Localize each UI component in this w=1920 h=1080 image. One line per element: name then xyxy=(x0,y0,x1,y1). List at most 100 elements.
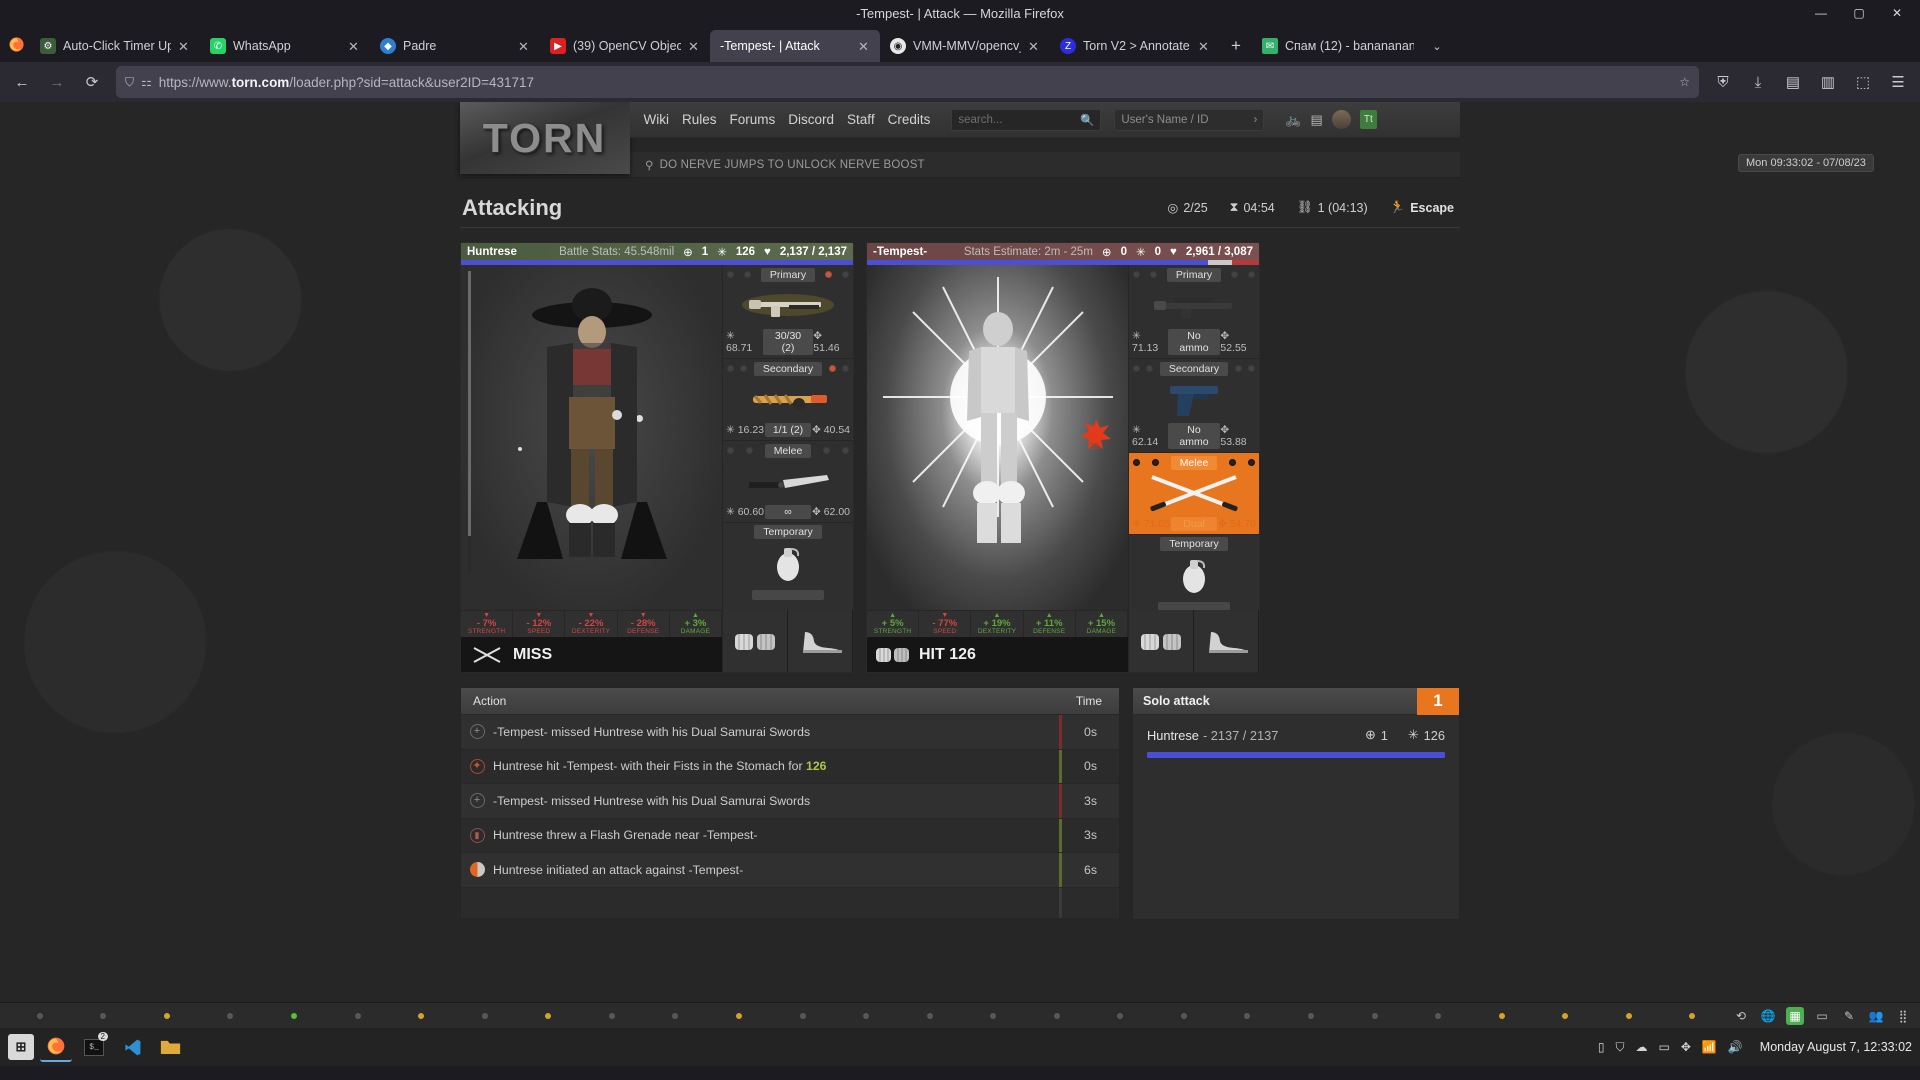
tab-torn-v2-annotate[interactable]: Z Torn V2 > Annotate ✕ xyxy=(1050,30,1220,62)
weapon-slot-secondary-right[interactable]: Secondary ✳ 62.14 No ammo ✥ 53.88 xyxy=(1129,359,1259,453)
workspace-dot[interactable] xyxy=(389,1012,453,1019)
workspace-dot[interactable] xyxy=(326,1012,390,1019)
network-icon[interactable]: 📶 xyxy=(1702,1040,1717,1054)
nav-rules[interactable]: Rules xyxy=(682,112,717,127)
torn-logo[interactable]: TORN xyxy=(459,102,630,174)
workspace-dot[interactable] xyxy=(580,1012,644,1019)
users-icon[interactable]: 👥 xyxy=(1867,1007,1885,1025)
reload-button[interactable]: ⟳ xyxy=(76,66,108,98)
volume-icon[interactable]: 🔊 xyxy=(1728,1040,1743,1054)
taskbar-firefox[interactable] xyxy=(40,1032,72,1062)
weapon-slot-primary-left[interactable]: Primary ✳ 68.71 30/30 (2) ✥ 51.46 xyxy=(723,265,853,359)
forward-button[interactable]: → xyxy=(41,66,73,98)
maximize-button[interactable]: ▢ xyxy=(1840,0,1878,26)
workspace-dot[interactable] xyxy=(453,1012,517,1019)
tab-close-icon[interactable]: ✕ xyxy=(178,40,192,53)
grid-icon[interactable]: ⣿ xyxy=(1894,1007,1912,1025)
torn-search-input[interactable]: search... 🔍 xyxy=(951,108,1102,131)
tab-padre[interactable]: ◆ Padre ✕ xyxy=(370,30,540,62)
workspace-dot[interactable] xyxy=(1661,1012,1725,1019)
library-icon[interactable]: ▥ xyxy=(1812,66,1844,98)
workspace-dot[interactable] xyxy=(644,1012,708,1019)
nav-credits[interactable]: Credits xyxy=(888,112,931,127)
chevron-right-icon[interactable]: › xyxy=(1254,114,1258,126)
taskbar-file-manager[interactable] xyxy=(154,1032,186,1062)
weapon-slot-melee-left[interactable]: Melee ✳ 60.60 ∞ ✥ 62.00 xyxy=(723,441,853,523)
user-lookup-input[interactable]: User's Name / ID › xyxy=(1114,108,1265,131)
workspace-dot[interactable] xyxy=(8,1012,72,1019)
bookmark-star-icon[interactable]: ☆ xyxy=(1679,75,1690,89)
download-icon[interactable]: ⤓ xyxy=(1742,66,1774,98)
nav-staff[interactable]: Staff xyxy=(847,112,875,127)
workspace-dot[interactable] xyxy=(135,1012,199,1019)
workspace-dot[interactable] xyxy=(1406,1012,1470,1019)
spreadsheet-icon[interactable]: ▦ xyxy=(1786,1006,1804,1025)
torn-tools-icon[interactable]: Tt xyxy=(1359,110,1377,129)
url-bar[interactable]: ⛉ ⚏ https://www.torn.com/loader.php?sid=… xyxy=(116,66,1699,98)
minimize-button[interactable]: — xyxy=(1802,0,1840,26)
shield-icon[interactable]: ⛉ xyxy=(125,75,134,90)
bike-icon[interactable]: 🚲 xyxy=(1285,112,1301,128)
cloud-icon[interactable]: ☁ xyxy=(1635,1040,1647,1054)
pen-icon[interactable]: ✎ xyxy=(1840,1007,1858,1025)
calendar-icon[interactable]: ▤ xyxy=(1311,112,1323,128)
back-button[interactable]: ← xyxy=(6,66,38,98)
taskbar-clock[interactable]: Monday August 7, 12:33:02 xyxy=(1754,1040,1912,1054)
close-button[interactable]: ✕ xyxy=(1878,0,1916,26)
pocket-icon[interactable]: ⛨ xyxy=(1707,66,1739,98)
nav-forums[interactable]: Forums xyxy=(730,112,776,127)
tab-close-icon[interactable]: ✕ xyxy=(858,40,872,53)
avatar[interactable] xyxy=(1331,110,1351,129)
workspace-dot[interactable] xyxy=(262,1012,326,1019)
workspace-dot[interactable] xyxy=(707,1012,771,1019)
temporary-slot-left[interactable]: Temporary xyxy=(723,523,853,610)
taskbar-terminal[interactable]: $_ 2 xyxy=(78,1032,110,1062)
boot-icon[interactable] xyxy=(1194,610,1259,672)
bluetooth-icon[interactable]: ✥ xyxy=(1681,1040,1691,1054)
display-icon[interactable]: ▭ xyxy=(1658,1040,1669,1054)
workspace-dot[interactable] xyxy=(1470,1012,1534,1019)
workspace-dot[interactable] xyxy=(1216,1012,1280,1019)
fists-icon[interactable] xyxy=(723,610,788,672)
fists-icon[interactable] xyxy=(1129,610,1194,672)
battery-icon[interactable]: ▯ xyxy=(1598,1040,1605,1054)
tab-opencv-video[interactable]: ▶ (39) OpenCV Object Detect ✕ xyxy=(540,30,710,62)
tab-whatsapp[interactable]: ✆ WhatsApp ✕ xyxy=(200,30,370,62)
menu-icon[interactable]: ☰ xyxy=(1882,66,1914,98)
shield-tray-icon[interactable]: ⛉ xyxy=(1615,1040,1624,1055)
weapon-slot-melee-right[interactable]: Melee ✳ 71.05 Dual ✥ 54.70 xyxy=(1129,453,1259,535)
url-text[interactable]: https://www.torn.com/loader.php?sid=atta… xyxy=(159,75,1672,90)
tab-close-icon[interactable]: ✕ xyxy=(688,40,702,53)
weapon-slot-primary-right[interactable]: Primary ✳ 71.13 No ammo ✥ 52.55 xyxy=(1129,265,1259,359)
tab-close-icon[interactable]: ✕ xyxy=(348,40,362,53)
workspace-dot[interactable] xyxy=(1279,1012,1343,1019)
workspace-dot[interactable] xyxy=(1534,1012,1598,1019)
new-tab-button[interactable]: + xyxy=(1220,30,1252,62)
tab-spam-mail[interactable]: ✉ Спам (12) - bananananaaa6 xyxy=(1252,30,1422,62)
taskbar-vscode[interactable] xyxy=(116,1032,148,1062)
refresh-icon[interactable]: ⟲ xyxy=(1732,1007,1750,1025)
list-all-tabs-button[interactable]: ⌄ xyxy=(1422,30,1452,62)
globe-icon[interactable]: 🌐 xyxy=(1759,1007,1777,1025)
search-icon[interactable]: 🔍 xyxy=(1080,113,1094,127)
tab-auto-click-timer[interactable]: ⚙ Auto-Click Timer Update ✕ xyxy=(30,30,200,62)
workspace-dot[interactable] xyxy=(898,1012,962,1019)
tab-close-icon[interactable]: ✕ xyxy=(518,40,532,53)
workspace-dot[interactable] xyxy=(1025,1012,1089,1019)
workspace-dot[interactable] xyxy=(517,1012,581,1019)
tab-vmm-opencv-tutorial[interactable]: ◉ VMM-MMV/opencv_tutorial ✕ xyxy=(880,30,1050,62)
account-icon[interactable]: ▤ xyxy=(1777,66,1809,98)
start-button[interactable]: ⊞ xyxy=(8,1034,34,1060)
workspace-dot[interactable] xyxy=(834,1012,898,1019)
weapon-slot-secondary-left[interactable]: Secondary ✳ 16.23 1/1 (2) ✥ 40.54 xyxy=(723,359,853,441)
escape-button[interactable]: 🏃 Escape xyxy=(1390,200,1454,215)
nav-wiki[interactable]: Wiki xyxy=(644,112,670,127)
permissions-icon[interactable]: ⚏ xyxy=(141,75,152,89)
tab-tempest-attack[interactable]: -Tempest- | Attack ✕ xyxy=(710,30,880,62)
temporary-slot-right[interactable]: Temporary xyxy=(1129,535,1259,612)
workspace-dot[interactable] xyxy=(72,1012,136,1019)
workspace-dot[interactable] xyxy=(1152,1012,1216,1019)
extensions-icon[interactable]: ⬚ xyxy=(1847,66,1879,98)
workspace-dot[interactable] xyxy=(1343,1012,1407,1019)
tab-close-icon[interactable]: ✕ xyxy=(1198,40,1212,53)
